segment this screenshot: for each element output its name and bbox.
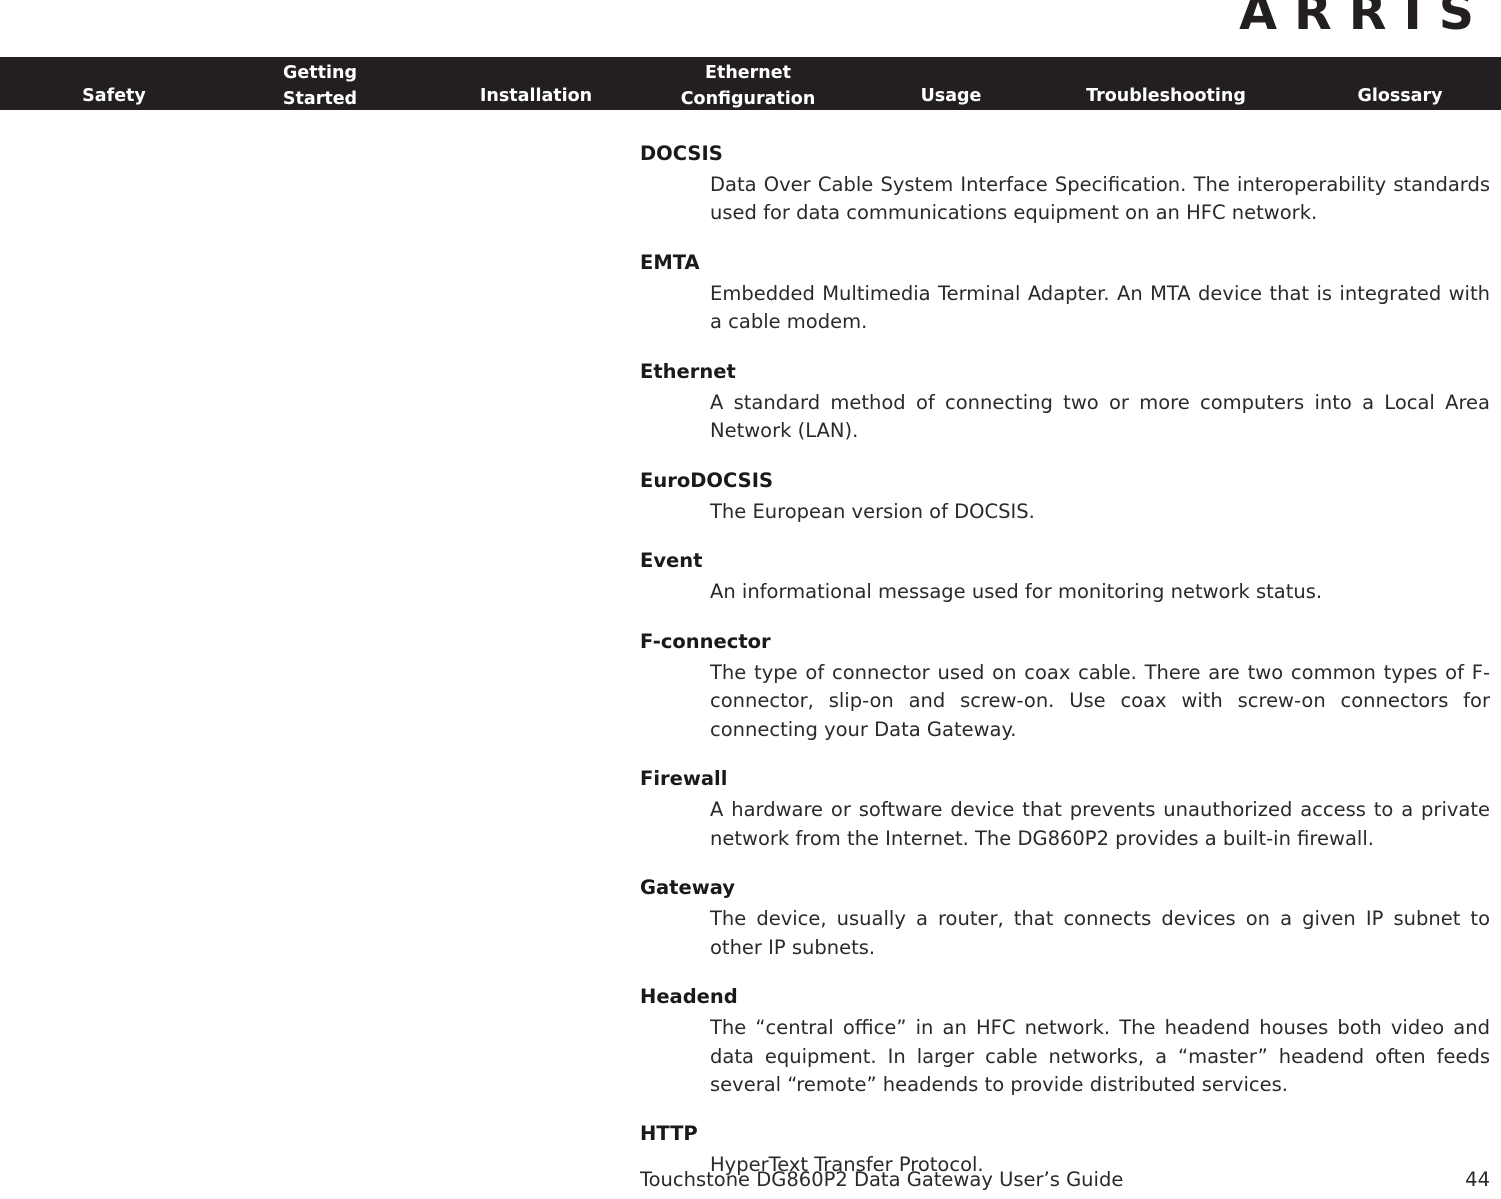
nav-item-installation[interactable]: Installation (480, 83, 592, 110)
nav-item-getting-started-label-line1: Getting (283, 63, 357, 83)
glossary-entry: DOCSIS Data Over Cable System Interface … (0, 142, 1501, 228)
nav-item-glossary-label: Glossary (1357, 86, 1443, 106)
nav-item-glossary[interactable]: Glossary (1357, 83, 1442, 110)
glossary-term: EuroDOCSIS (640, 468, 773, 492)
glossary-entry: Gateway The device, usually a router, th… (0, 876, 1501, 962)
nav-item-getting-started[interactable]: Getting Started (283, 61, 357, 113)
footer-page-number: 44 (1465, 1168, 1490, 1191)
glossary-term: Gateway (640, 876, 735, 900)
glossary-definition: The “central office” in an HFC network. … (710, 1016, 1490, 1096)
glossary-definition: Data Over Cable System Interface Specifi… (710, 173, 1490, 225)
nav-item-troubleshooting[interactable]: Troubleshooting (1086, 83, 1246, 110)
logo-header: ARRIS (0, 0, 1501, 57)
glossary-entry: Firewall A hardware or software device t… (0, 767, 1501, 853)
glossary-entry: F-connector The type of connector used o… (0, 630, 1501, 744)
glossary-term: Event (640, 549, 703, 573)
glossary-content: DOCSIS Data Over Cable System Interface … (0, 110, 1501, 1180)
nav-item-installation-label: Installation (479, 86, 593, 106)
nav-item-getting-started-label-line2: Started (282, 88, 358, 109)
nav-item-safety-label: Safety (82, 86, 146, 106)
nav-item-safety[interactable]: Safety (82, 83, 146, 110)
page-footer: Touchstone DG860P2 Data Gateway User’s G… (0, 1147, 1501, 1199)
glossary-entry: Event An informational message used for … (0, 549, 1501, 606)
section-navigation-bar: Safety Getting Started Installation Ethe… (0, 57, 1501, 110)
footer-document-title: Touchstone DG860P2 Data Gateway User’s G… (640, 1168, 1124, 1191)
nav-item-ethernet-configuration-label-line2: Configuration (680, 88, 816, 109)
glossary-definition: The device, usually a router, that conne… (710, 907, 1490, 959)
nav-item-ethernet-configuration-label-line1: Ethernet (705, 63, 791, 83)
glossary-term: DOCSIS (640, 142, 723, 165)
glossary-term: Headend (640, 985, 738, 1009)
glossary-term: Firewall (640, 767, 728, 791)
glossary-definition: An informational message used for monito… (710, 580, 1323, 604)
nav-item-troubleshooting-label: Troubleshooting (1086, 86, 1246, 106)
glossary-definition: The type of connector used on coax cable… (710, 660, 1490, 741)
glossary-definition: The European version of DOCSIS. (710, 499, 1035, 523)
glossary-definition: A hardware or software device that preve… (710, 798, 1490, 850)
glossary-term: HTTP (640, 1122, 698, 1146)
glossary-definition: A standard method of connecting two or m… (710, 390, 1490, 443)
glossary-entry: EuroDOCSIS The European version of DOCSI… (0, 469, 1501, 526)
arris-logo: ARRIS (1239, 0, 1491, 41)
nav-item-ethernet-configuration[interactable]: Ethernet Configuration (681, 61, 816, 113)
glossary-entry: Ethernet A standard method of connecting… (0, 360, 1501, 446)
glossary-entry: Headend The “central office” in an HFC n… (0, 985, 1501, 1099)
glossary-term: F-connector (640, 629, 771, 653)
nav-item-usage-label: Usage (920, 86, 982, 106)
glossary-entry: EMTA Embedded Multimedia Terminal Adapte… (0, 251, 1501, 337)
glossary-term: EMTA (640, 250, 700, 274)
glossary-definition: Embedded Multimedia Terminal Adapter. An… (710, 281, 1490, 334)
glossary-term: Ethernet (640, 359, 736, 383)
nav-item-usage[interactable]: Usage (921, 83, 982, 110)
